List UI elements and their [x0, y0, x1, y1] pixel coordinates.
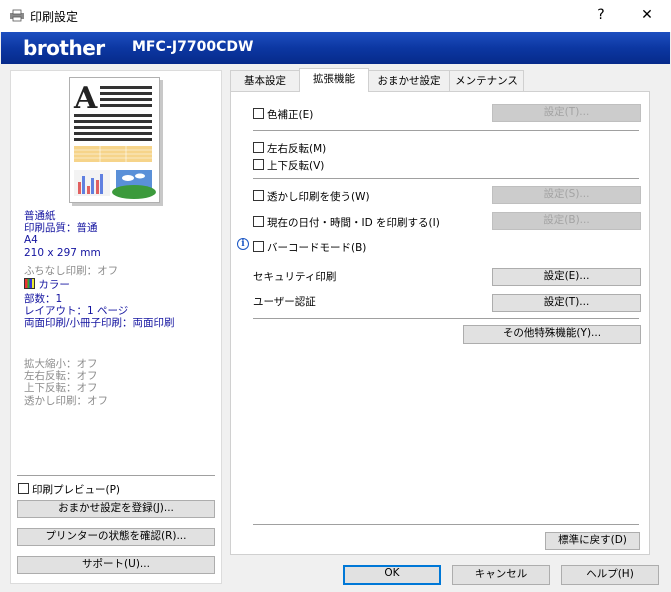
- divider: [253, 524, 639, 525]
- summary-line: 210 x 297 mm: [24, 246, 101, 259]
- summary-line: 普通紙: [24, 210, 56, 222]
- color-correction-settings-button[interactable]: 設定(T)...: [492, 104, 641, 122]
- secure-print-label: セキュリティ印刷: [253, 271, 337, 283]
- summary-color: カラー: [24, 278, 70, 291]
- checkbox-box[interactable]: [253, 190, 264, 201]
- mirror-print-option[interactable]: 左右反転(M): [253, 141, 326, 156]
- summary-line: 部数：1: [24, 293, 63, 305]
- secure-print-settings-button[interactable]: 設定(E)...: [492, 268, 641, 286]
- divider: [17, 475, 215, 476]
- printer-status-button[interactable]: プリンターの状態を確認(R)...: [17, 528, 215, 546]
- summary-block-2: 部数：1 レイアウト：1 ページ 両面印刷/小冊子印刷：両面印刷: [24, 293, 175, 330]
- user-auth-label: ユーザー認証: [253, 296, 316, 308]
- page-preview-image: A: [69, 77, 160, 203]
- summary-block-3: 拡大縮小：オフ 左右反転：オフ 上下反転：オフ 透かし印刷：オフ: [24, 358, 108, 407]
- summary-line: 両面印刷/小冊子印刷：両面印刷: [24, 317, 175, 330]
- checkbox-box[interactable]: [18, 483, 29, 494]
- mirror-print-label: 左右反転(M): [267, 143, 327, 155]
- divider: [253, 178, 639, 179]
- reverse-print-option[interactable]: 上下反転(V): [253, 158, 324, 173]
- ok-button[interactable]: OK: [343, 565, 441, 585]
- summary-block-1: 普通紙 印刷品質：普通 A4 210 x 297 mm: [24, 210, 101, 259]
- restore-default-button[interactable]: 標準に戻す(D): [545, 532, 640, 550]
- watermark-settings-button[interactable]: 設定(S)...: [492, 186, 641, 204]
- help-title-button[interactable]: ?: [578, 0, 624, 32]
- info-icon: i: [237, 238, 249, 250]
- help-button[interactable]: ヘルプ(H): [561, 565, 659, 585]
- window-title: 印刷設定: [30, 10, 79, 24]
- summary-line: A4: [24, 234, 38, 247]
- checkbox-box[interactable]: [253, 142, 264, 153]
- printer-icon: [10, 9, 24, 22]
- color-mode-icon: [24, 278, 35, 289]
- summary-line: 透かし印刷：オフ: [24, 394, 108, 407]
- header-footer-option[interactable]: 現在の日付・時間・ID を印刷する(I): [253, 215, 440, 230]
- color-correction-option[interactable]: 色補正(E): [253, 107, 313, 122]
- divider: [253, 130, 639, 131]
- summary-line: 左右反転：オフ: [24, 370, 98, 383]
- header-footer-label: 現在の日付・時間・ID を印刷する(I): [267, 217, 440, 229]
- watermark-option[interactable]: 透かし印刷を使う(W): [253, 189, 370, 204]
- svg-text:A: A: [73, 81, 98, 116]
- tab-basic[interactable]: 基本設定: [230, 70, 300, 91]
- cancel-button[interactable]: キャンセル: [452, 565, 550, 585]
- header-footer-settings-button[interactable]: 設定(B)...: [492, 212, 641, 230]
- summary-line: 拡大縮小：オフ: [24, 358, 98, 370]
- brand-logo: brother: [23, 36, 105, 60]
- summary-line: レイアウト：1 ページ: [24, 305, 129, 318]
- checkbox-box[interactable]: [253, 241, 264, 252]
- color-correction-label: 色補正(E): [267, 109, 314, 121]
- divider: [253, 318, 639, 319]
- user-auth-settings-button[interactable]: 設定(T)...: [492, 294, 641, 312]
- close-button[interactable]: ✕: [624, 0, 670, 32]
- barcode-mode-label: バーコードモード(B): [267, 242, 367, 254]
- advanced-settings-panel: 色補正(E) 設定(T)... 左右反転(M) 上下反転(V) 透かし印刷を使う…: [230, 91, 650, 555]
- print-preview-checkbox[interactable]: 印刷プレビュー(P): [18, 482, 120, 497]
- watermark-label: 透かし印刷を使う(W): [267, 191, 370, 203]
- color-mode-label: カラー: [38, 279, 70, 291]
- summary-borderless: ふちなし印刷：オフ: [24, 265, 119, 277]
- reverse-print-label: 上下反転(V): [267, 160, 325, 172]
- checkbox-box[interactable]: [253, 216, 264, 227]
- support-button[interactable]: サポート(U)...: [17, 556, 215, 574]
- settings-summary-pane: A 普通紙 印刷品質：普通 A4 210 x 297 mm ふちなし印刷：オフ …: [10, 70, 222, 584]
- checkbox-box[interactable]: [253, 159, 264, 170]
- brand-banner: brother MFC-J7700CDW: [1, 32, 670, 64]
- tab-maintenance[interactable]: メンテナンス: [449, 70, 524, 91]
- summary-line: 印刷品質：普通: [24, 222, 98, 235]
- barcode-mode-option[interactable]: バーコードモード(B): [253, 240, 366, 255]
- printer-model: MFC-J7700CDW: [132, 39, 254, 55]
- other-features-button[interactable]: その他特殊機能(Y)...: [463, 325, 641, 344]
- summary-line: 上下反転：オフ: [24, 382, 98, 395]
- document-thumbnail-icon: A: [73, 81, 156, 199]
- tab-presets[interactable]: おまかせ設定: [368, 70, 450, 91]
- title-bar: 印刷設定 ? ✕: [0, 0, 671, 32]
- print-preview-label: 印刷プレビュー(P): [32, 484, 121, 496]
- tab-advanced[interactable]: 拡張機能: [299, 68, 369, 92]
- register-preset-button[interactable]: おまかせ設定を登録(J)...: [17, 500, 215, 518]
- checkbox-box[interactable]: [253, 108, 264, 119]
